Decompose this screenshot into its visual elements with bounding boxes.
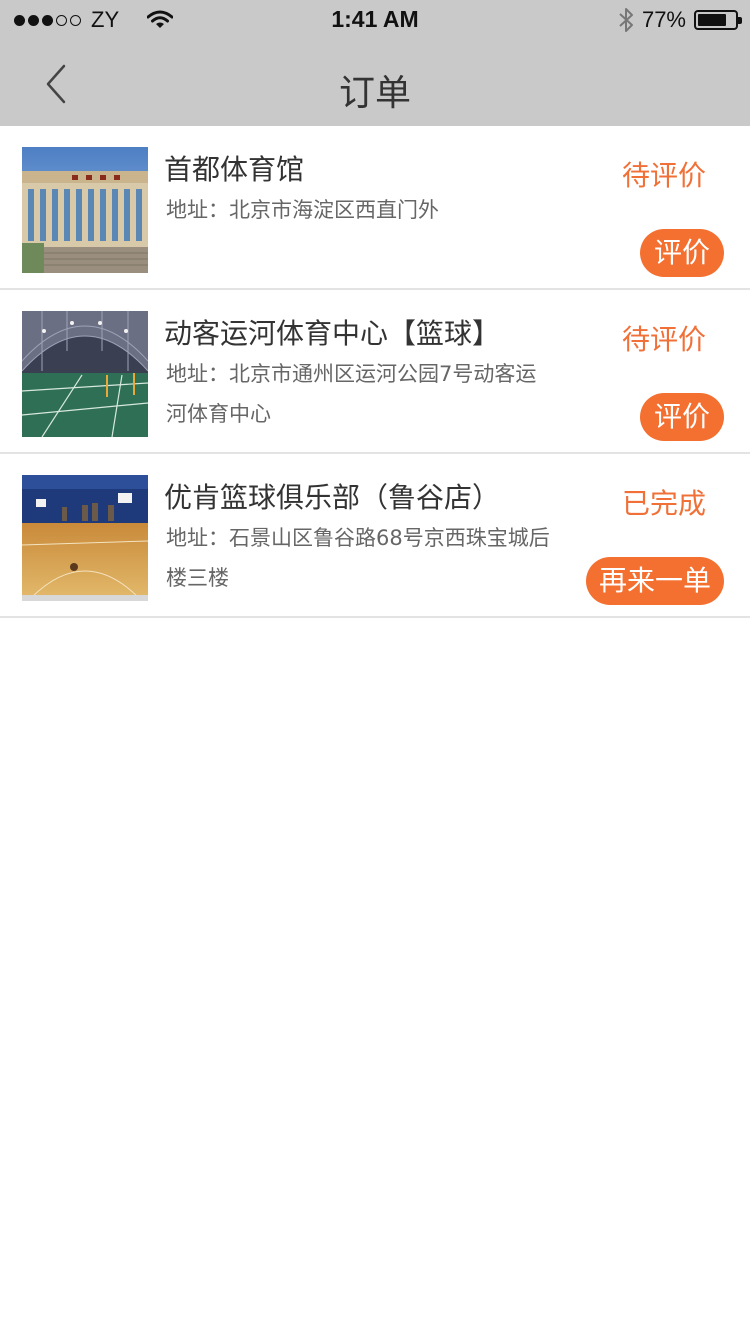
venue-address: 地址：北京市海淀区西直门外 (166, 198, 439, 222)
order-row[interactable]: 动客运河体育中心【篮球】 地址：北京市通州区运河公园7号动客运河体育中心 待评价… (0, 290, 750, 454)
venue-address: 地址：石景山区鲁谷路68号京西珠宝城后楼三楼 (166, 526, 550, 590)
venue-photo (22, 475, 148, 601)
order-status: 待评价 (621, 323, 706, 356)
battery-icon (694, 10, 742, 30)
venue-name: 动客运河体育中心【篮球】 (164, 317, 501, 350)
status-bar: ZY 1:41 AM 77% (0, 0, 750, 40)
reorder-button[interactable]: 再来一单 (585, 557, 724, 605)
order-status: 待评价 (621, 159, 706, 192)
battery-percent: 77% (641, 7, 686, 32)
venue-name: 首都体育馆 (164, 153, 305, 186)
status-right: 77% (618, 6, 742, 34)
page-title: 订单 (338, 73, 411, 114)
venue-address: 地址：北京市通州区运河公园7号动客运河体育中心 (166, 362, 537, 426)
nav-bar: 订单 (0, 40, 750, 126)
order-status: 已完成 (621, 487, 706, 520)
review-button[interactable]: 评价 (640, 229, 724, 277)
venue-name: 优肯篮球俱乐部（鲁谷店） (164, 481, 501, 514)
order-list: 首都体育馆 地址：北京市海淀区西直门外 待评价 评价 动客运河体育中心【篮球】 … (0, 126, 750, 618)
order-row[interactable]: 优肯篮球俱乐部（鲁谷店） 地址：石景山区鲁谷路68号京西珠宝城后楼三楼 已完成 … (0, 454, 750, 618)
venue-photo (22, 147, 148, 273)
bluetooth-icon (619, 8, 633, 32)
order-row[interactable]: 首都体育馆 地址：北京市海淀区西直门外 待评价 评价 (0, 126, 750, 290)
venue-photo (22, 311, 148, 437)
review-button[interactable]: 评价 (640, 393, 724, 441)
